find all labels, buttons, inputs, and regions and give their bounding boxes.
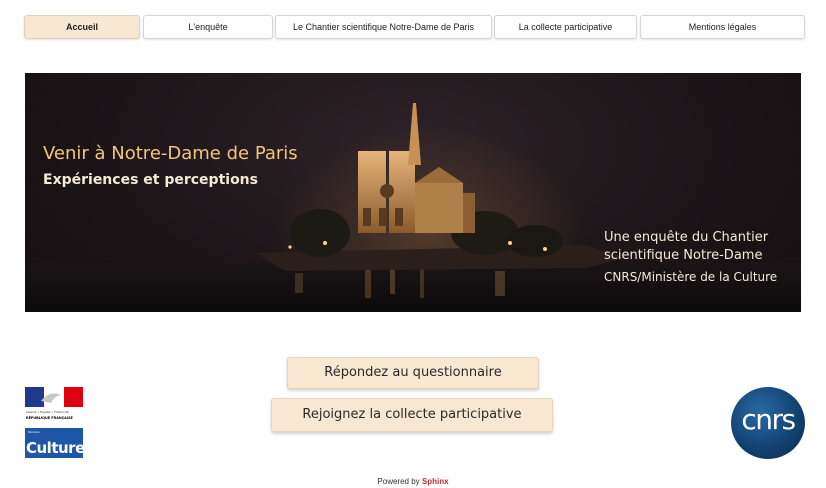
tab-collecte-participative[interactable]: La collecte participative: [494, 15, 637, 39]
hero-subtitle: Expériences et perceptions: [43, 172, 258, 188]
hero-credit: Une enquête du Chantier scientifique Not…: [604, 229, 794, 286]
hero-credit-line2: scientifique Notre-Dame: [604, 248, 763, 263]
hero-banner: Venir à Notre-Dame de Paris Expériences …: [25, 73, 801, 312]
tab-enquete[interactable]: L'enquête: [143, 15, 273, 39]
powered-by: Powered by Sphinx: [0, 477, 826, 486]
republique-francaise-logo: Liberté • Égalité • Fraternité RÉPUBLIQU…: [25, 387, 83, 424]
hero-title: Venir à Notre-Dame de Paris: [43, 143, 298, 164]
rf-motto: Liberté • Égalité • Fraternité: [26, 409, 69, 414]
tab-mentions-legales[interactable]: Mentions légales: [640, 15, 805, 39]
powered-prefix: Powered by: [377, 477, 420, 486]
ministere-culture-logo: Ministère Culture: [25, 428, 83, 458]
rf-name: RÉPUBLIQUE FRANÇAISE: [26, 415, 74, 420]
collecte-button[interactable]: Rejoignez la collecte participative: [271, 398, 553, 432]
tab-chantier-scientifique[interactable]: Le Chantier scientifique Notre-Dame de P…: [275, 15, 492, 39]
culture-big-text: Culture: [26, 439, 83, 457]
cnrs-logo: cnrs: [731, 387, 805, 459]
tab-accueil[interactable]: Accueil: [24, 15, 140, 39]
hero-credit-line1: Une enquête du Chantier: [604, 230, 769, 245]
questionnaire-button[interactable]: Répondez au questionnaire: [287, 357, 539, 389]
cnrs-logo-text: cnrs: [741, 403, 796, 436]
hero-credit-line3: CNRS/Ministère de la Culture: [604, 270, 778, 284]
culture-small-text: Ministère: [28, 430, 41, 434]
sphinx-link[interactable]: Sphinx: [422, 477, 449, 486]
